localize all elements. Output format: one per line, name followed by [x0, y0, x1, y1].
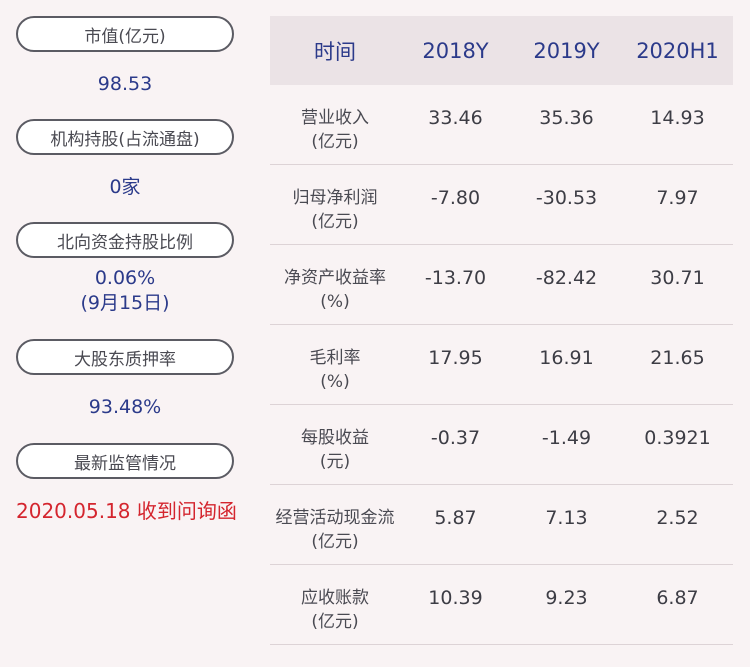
cell-2018y: 10.39: [428, 587, 483, 609]
row-label-unit: (亿元): [311, 532, 359, 552]
market-cap-value: 98.53: [97, 73, 153, 95]
table-row-roe: 净资产收益率 (%) -13.70 -82.42 30.71: [270, 245, 733, 325]
row-label-unit: (%): [320, 372, 350, 392]
cell-2018y: 33.46: [428, 107, 483, 129]
cell-2018y: 5.87: [434, 507, 477, 529]
row-label-unit: (亿元): [311, 212, 359, 232]
header-period: 时间: [314, 39, 356, 64]
northbound-ratio-label: 北向资金持股比例: [16, 222, 234, 258]
cell-2018y: -13.70: [424, 267, 487, 289]
regulatory-status-label: 最新监管情况: [16, 443, 234, 479]
row-label: 毛利率 (%): [270, 325, 400, 404]
header-2020h1: 2020H1: [636, 38, 719, 63]
cell-2020h1: 30.71: [650, 267, 705, 289]
cell-2019y: -1.49: [541, 427, 592, 449]
northbound-ratio-value: 0.06%: [94, 267, 156, 289]
row-label: 经营活动现金流 (亿元): [270, 485, 400, 564]
row-label-name: 归母净利润: [292, 188, 378, 208]
row-label-name: 经营活动现金流: [275, 508, 395, 528]
row-label-unit: (亿元): [311, 612, 359, 632]
table-row-revenue: 营业收入 (亿元) 33.46 35.36 14.93: [270, 85, 733, 165]
market-cap-label: 市值(亿元): [16, 16, 234, 52]
regulatory-status-value: 2020.05.18 收到问询函: [16, 499, 237, 523]
cell-2019y: 35.36: [539, 107, 594, 129]
row-label-name: 毛利率: [309, 348, 361, 368]
row-label-name: 净资产收益率: [284, 268, 386, 288]
row-label: 营业收入 (亿元): [270, 85, 400, 164]
row-label: 净资产收益率 (%): [270, 245, 400, 324]
regulatory-status-box: 2020.05.18 收到问询函: [16, 479, 237, 524]
row-label-name: 营业收入: [301, 108, 369, 128]
pledge-ratio-value-box: 93.48%: [16, 375, 234, 443]
table-row-eps: 每股收益 (元) -0.37 -1.49 0.3921: [270, 405, 733, 485]
row-label-unit: (亿元): [311, 132, 359, 152]
market-cap-value-box: 98.53: [16, 52, 234, 119]
cell-2020h1: 14.93: [650, 107, 705, 129]
cell-2020h1: 6.87: [656, 587, 699, 609]
cell-2020h1: 0.3921: [644, 427, 711, 449]
row-label: 应收账款 (亿元): [270, 565, 400, 644]
cell-2019y: 9.23: [545, 587, 588, 609]
row-label: 每股收益 (元): [270, 405, 400, 484]
institution-holding-label: 机构持股(占流通盘): [16, 119, 234, 155]
cell-2019y: 16.91: [539, 347, 594, 369]
cell-2018y: -0.37: [430, 427, 481, 449]
institution-holding-value-box: 0家: [16, 155, 234, 222]
header-2018y: 2018Y: [422, 38, 489, 63]
cell-2018y: 17.95: [428, 347, 483, 369]
pledge-ratio-label: 大股东质押率: [16, 339, 234, 375]
row-label-name: 应收账款: [301, 588, 369, 608]
row-label-unit: (元): [319, 452, 351, 472]
cell-2019y: -30.53: [535, 187, 598, 209]
header-2019y: 2019Y: [533, 38, 600, 63]
table-row-receivables: 应收账款 (亿元) 10.39 9.23 6.87: [270, 565, 733, 645]
row-label: 归母净利润 (亿元): [270, 165, 400, 244]
cell-2020h1: 21.65: [650, 347, 705, 369]
table-row-gross-margin: 毛利率 (%) 17.95 16.91 21.65: [270, 325, 733, 405]
northbound-ratio-date: (9月15日): [80, 292, 170, 314]
cell-2018y: -7.80: [430, 187, 481, 209]
table-row-net-profit: 归母净利润 (亿元) -7.80 -30.53 7.97: [270, 165, 733, 245]
cell-2019y: -82.42: [535, 267, 598, 289]
pledge-ratio-value: 93.48%: [88, 396, 162, 418]
table-header: 时间 2018Y 2019Y 2020H1: [270, 16, 733, 85]
row-label-unit: (%): [320, 292, 350, 312]
stock-summary-panel: 市值(亿元) 98.53 机构持股(占流通盘) 0家 北向资金持股比例 0.06…: [16, 16, 237, 524]
cell-2020h1: 2.52: [656, 507, 699, 529]
institution-holding-value: 0家: [109, 176, 141, 198]
row-label-name: 每股收益: [301, 428, 369, 448]
cell-2020h1: 7.97: [656, 187, 699, 209]
cell-2019y: 7.13: [545, 507, 588, 529]
northbound-ratio-value-box: 0.06% (9月15日): [16, 258, 234, 339]
table-row-operating-cashflow: 经营活动现金流 (亿元) 5.87 7.13 2.52: [270, 485, 733, 565]
financial-table: 时间 2018Y 2019Y 2020H1 营业收入 (亿元) 33.46 35…: [270, 16, 733, 645]
